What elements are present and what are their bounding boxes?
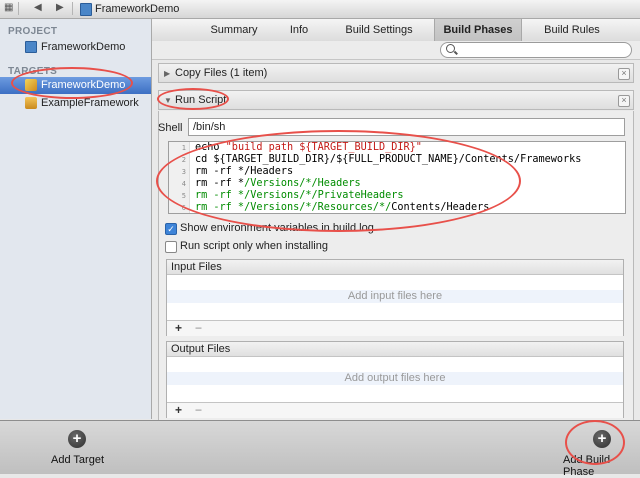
line-number: 1: [181, 144, 186, 152]
script-line: cd ${TARGET_BUILD_DIR}/${FULL_PRODUCT_NA…: [195, 154, 582, 165]
search-icon: [446, 44, 455, 53]
sidebar-item-label: FrameworkDemo: [41, 41, 126, 53]
code-token: /Versions/*/Headers: [244, 178, 361, 189]
editor-tab-bar: Summary Info Build Settings Build Phases…: [152, 19, 640, 42]
tab-summary[interactable]: Summary: [196, 19, 272, 41]
run-script-phase-title: Run Script: [175, 94, 227, 106]
code-token: /Versions/*/PrivateHeaders: [244, 190, 404, 201]
sidebar-item-target-frameworkdemo[interactable]: FrameworkDemo: [0, 77, 151, 94]
jump-bar: ▦ ◀ ▶ FrameworkDemo: [0, 0, 640, 19]
input-files-header-label: Input Files: [171, 261, 222, 273]
project-section-header: PROJECT: [8, 26, 58, 37]
run-only-installing-checkbox[interactable]: [165, 241, 177, 253]
divider: [18, 2, 19, 15]
project-file-icon: [80, 3, 92, 16]
sidebar-item-label: FrameworkDemo: [41, 79, 126, 91]
show-env-checkbox[interactable]: ✓: [165, 223, 177, 235]
disclosure-triangle-icon[interactable]: ▶: [164, 69, 170, 78]
code-token: rm -rf *: [195, 202, 245, 213]
add-target-plus-icon[interactable]: +: [68, 430, 86, 448]
add-build-phase-plus-icon[interactable]: +: [593, 430, 611, 448]
code-token: rm -rf *: [195, 190, 245, 201]
close-icon[interactable]: ×: [618, 95, 630, 107]
jump-bar-title[interactable]: FrameworkDemo: [95, 3, 179, 15]
copy-files-phase-title: Copy Files (1 item): [175, 67, 268, 79]
code-token: echo: [195, 142, 226, 153]
code-token: /Versions/*/Resources/*/: [244, 202, 392, 213]
tab-build-settings[interactable]: Build Settings: [326, 19, 432, 41]
line-number: 2: [181, 156, 186, 164]
output-files-footer: + −: [167, 402, 623, 418]
add-build-phase-button[interactable]: Add Build Phase: [563, 454, 640, 478]
output-files-placeholder: Add output files here: [344, 372, 446, 384]
script-line: rm -rf */Versions/*/Resources/*/Contents…: [195, 202, 489, 213]
input-files-placeholder: Add input files here: [347, 290, 443, 302]
build-phases-content: ▶ Copy Files (1 item) × ▼ Run Script × S…: [152, 60, 640, 423]
back-arrow-icon[interactable]: ◀: [34, 2, 42, 13]
project-icon: [25, 41, 37, 53]
input-files-footer: + −: [167, 320, 623, 336]
output-files-table[interactable]: Output Files Add output files here + −: [166, 341, 624, 418]
framework-target-icon: [25, 97, 37, 109]
sidebar-item-label: ExampleFramework: [41, 97, 139, 109]
script-line: rm -rf */Versions/*/Headers: [195, 178, 361, 189]
line-number: 3: [181, 168, 186, 176]
code-token: rm -rf *: [195, 178, 245, 189]
search-input[interactable]: [440, 42, 632, 58]
script-editor[interactable]: 1 2 3 4 5 6 echo "build path ${TARGET_BU…: [168, 141, 626, 214]
remove-output-file-button[interactable]: −: [195, 403, 202, 417]
targets-section-header: TARGETS: [8, 66, 58, 77]
divider: [72, 2, 73, 15]
add-target-button[interactable]: Add Target: [51, 454, 104, 466]
line-number: 5: [181, 192, 186, 200]
disclosure-triangle-icon[interactable]: ▼: [164, 96, 172, 105]
show-env-label: Show environment variables in build log: [180, 222, 374, 234]
filter-bar: [152, 41, 640, 60]
shell-field[interactable]: /bin/sh: [188, 118, 625, 136]
run-only-installing-label: Run script only when installing: [180, 240, 328, 252]
bottom-toolbar: + Add Target + Add Build Phase: [0, 420, 640, 478]
line-number: 6: [181, 204, 186, 212]
script-line: rm -rf */Headers: [195, 166, 294, 177]
navigator-sidebar: PROJECT FrameworkDemo TARGETS FrameworkD…: [0, 19, 152, 419]
script-line: rm -rf */Versions/*/PrivateHeaders: [195, 190, 404, 201]
code-string: "build path ${TARGET_BUILD_DIR}": [225, 142, 422, 153]
script-line: echo "build path ${TARGET_BUILD_DIR}": [195, 142, 422, 153]
remove-input-file-button[interactable]: −: [195, 321, 202, 335]
add-input-file-button[interactable]: +: [175, 321, 182, 335]
shell-label: Shell: [158, 122, 183, 134]
sidebar-item-target-exampleframework[interactable]: ExampleFramework: [0, 95, 151, 112]
close-icon[interactable]: ×: [618, 68, 630, 80]
copy-files-phase-header[interactable]: ▶ Copy Files (1 item) ×: [158, 63, 634, 83]
output-files-header: Output Files: [167, 342, 623, 357]
tab-build-phases[interactable]: Build Phases: [434, 19, 522, 41]
input-files-header: Input Files: [167, 260, 623, 275]
grid-icon[interactable]: ▦: [4, 2, 13, 13]
code-token: Contents/Headers: [391, 202, 490, 213]
sidebar-item-project[interactable]: FrameworkDemo: [0, 39, 151, 56]
input-files-table[interactable]: Input Files Add input files here + −: [166, 259, 624, 336]
line-number: 4: [181, 180, 186, 188]
app-target-icon: [25, 79, 37, 91]
tab-info[interactable]: Info: [272, 19, 326, 41]
run-script-phase-header[interactable]: ▼ Run Script ×: [158, 90, 634, 110]
tab-build-rules[interactable]: Build Rules: [522, 19, 622, 41]
line-number-gutter: 1 2 3 4 5 6: [169, 142, 190, 213]
forward-arrow-icon[interactable]: ▶: [56, 2, 64, 13]
output-files-header-label: Output Files: [171, 343, 231, 355]
add-output-file-button[interactable]: +: [175, 403, 182, 417]
